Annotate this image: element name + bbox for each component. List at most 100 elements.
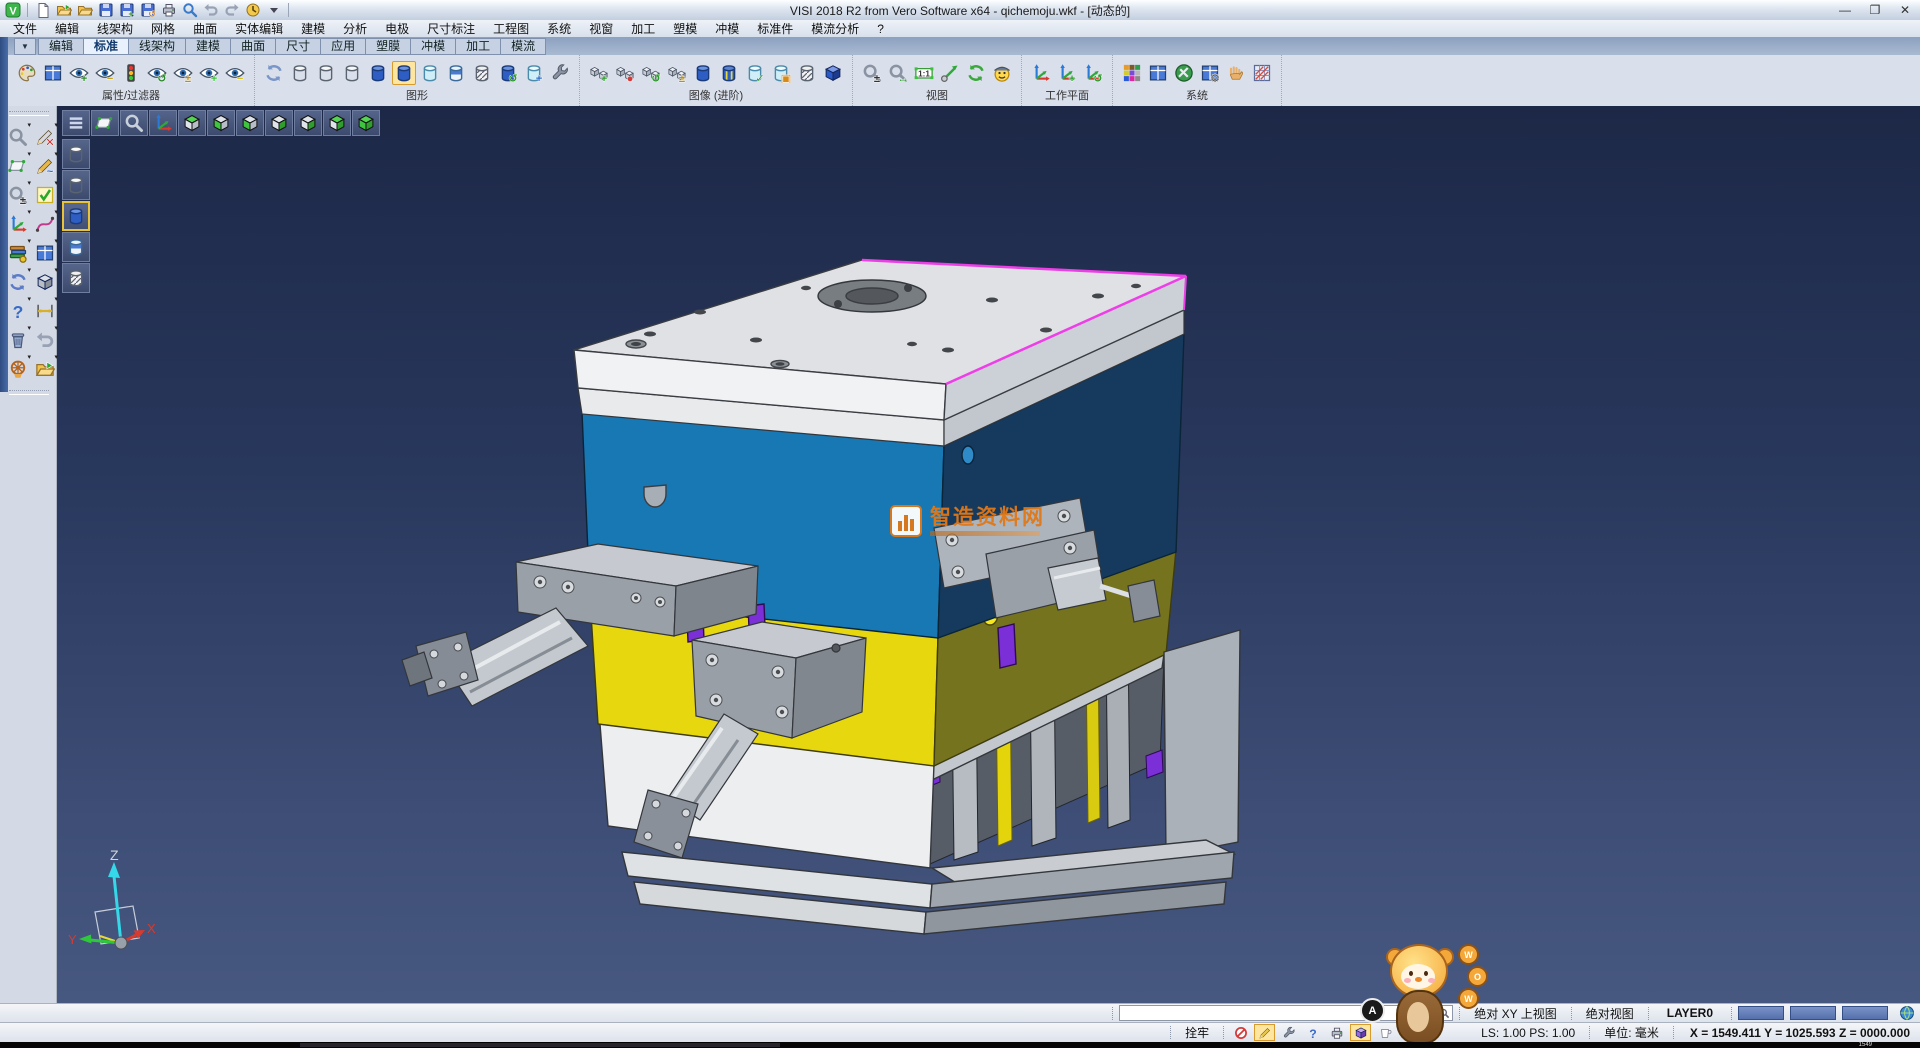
tab-标准[interactable]: 标准 — [83, 38, 129, 55]
workplane-rotate-icon[interactable]: ↺ — [1081, 61, 1105, 85]
open-file-icon[interactable] — [54, 1, 73, 19]
view-back-icon[interactable] — [294, 110, 322, 136]
mold-3d-model[interactable]: Z Y X — [57, 106, 1920, 1003]
show-plusminus-icon[interactable]: ± — [171, 61, 195, 85]
view-left-icon[interactable] — [236, 110, 264, 136]
dock-curve-icon[interactable] — [32, 211, 57, 237]
menu-item[interactable]: 曲面 — [184, 20, 226, 37]
build-tool-icon[interactable] — [1278, 1024, 1299, 1041]
context-help-icon[interactable]: ? — [1302, 1024, 1323, 1041]
workplane-main-icon[interactable] — [1029, 61, 1053, 85]
dock-measure-icon[interactable] — [32, 298, 57, 324]
cylinder-dashed-icon[interactable] — [340, 61, 364, 85]
tab-尺寸[interactable]: 尺寸 — [275, 38, 321, 55]
show-add-icon[interactable]: + — [67, 61, 91, 85]
menu-item[interactable]: 塑模 — [664, 20, 706, 37]
absolute-view-label[interactable]: 绝对视图 — [1578, 1005, 1642, 1022]
zoom-inout-icon[interactable]: ± — [860, 61, 884, 85]
show-all-icon[interactable]: + — [197, 61, 221, 85]
dock-navigate-icon[interactable] — [5, 356, 30, 382]
boxes-refresh-icon[interactable]: ↺ — [639, 61, 663, 85]
preview-icon[interactable] — [180, 1, 199, 19]
cylinder-note-icon[interactable]: ▣ — [769, 61, 793, 85]
save-icon[interactable] — [96, 1, 115, 19]
dock-sketch-icon[interactable]: ~ — [32, 153, 57, 179]
menu-item[interactable]: 实体编辑 — [226, 20, 292, 37]
vp-triad-icon[interactable] — [149, 110, 177, 136]
render-shaded-icon[interactable] — [62, 201, 90, 231]
view-front-icon[interactable] — [207, 110, 235, 136]
undo-icon[interactable] — [201, 1, 220, 19]
cylinder-hidden-icon[interactable] — [314, 61, 338, 85]
boxes-plusminus-icon[interactable]: ± — [665, 61, 689, 85]
cylinder-rendered-icon[interactable] — [392, 61, 416, 85]
attributes-paint-icon[interactable] — [15, 61, 39, 85]
tab-dropdown-icon[interactable]: ▼ — [14, 38, 36, 55]
cylinder-transparent-icon[interactable] — [418, 61, 442, 85]
view-iso-icon[interactable] — [323, 110, 351, 136]
view-shaded-icon[interactable] — [352, 110, 380, 136]
graphics-settings-icon[interactable] — [548, 61, 572, 85]
menu-item[interactable]: 网格 — [142, 20, 184, 37]
tab-模流[interactable]: 模流 — [500, 38, 546, 55]
menu-item[interactable]: ? — [868, 22, 893, 36]
restore-button[interactable]: ❐ — [1860, 0, 1890, 20]
cylinder-hatch2-icon[interactable] — [795, 61, 819, 85]
dock-handle[interactable] — [9, 111, 49, 116]
dock-erase-icon[interactable]: ✕ — [32, 124, 57, 150]
boxes-filter-icon[interactable]: ● — [613, 61, 637, 85]
lock-label[interactable]: 拴牢 — [1177, 1024, 1217, 1041]
show-refresh-icon[interactable]: ↺ — [145, 61, 169, 85]
dock-solid-icon[interactable] — [32, 269, 57, 295]
qat-more-icon[interactable] — [264, 1, 283, 19]
layer-indicator[interactable]: LAYER0 — [1655, 1006, 1725, 1020]
render-edges-icon[interactable] — [62, 232, 90, 262]
menu-item[interactable]: 分析 — [334, 20, 376, 37]
cylinder-section-icon[interactable] — [691, 61, 715, 85]
dock-zoom-pm-icon[interactable]: ± — [5, 182, 30, 208]
menu-item[interactable]: 文件 — [4, 20, 46, 37]
globe-icon[interactable] — [1899, 1005, 1915, 1021]
print-icon[interactable] — [159, 1, 178, 19]
tab-建模[interactable]: 建模 — [185, 38, 231, 55]
menu-item[interactable]: 视窗 — [580, 20, 622, 37]
view-orient-icon[interactable] — [938, 61, 962, 85]
tab-应用[interactable]: 应用 — [320, 38, 366, 55]
zoom-extents-icon[interactable]: ↔ — [886, 61, 910, 85]
dock-confirm-icon[interactable] — [32, 182, 57, 208]
menu-item[interactable]: 工程图 — [484, 20, 538, 37]
menu-item[interactable]: 加工 — [622, 20, 664, 37]
window-tools-icon[interactable]: ⚙ — [1198, 61, 1222, 85]
visi-logo-icon[interactable]: V — [3, 1, 22, 19]
new-file-icon[interactable] — [33, 1, 52, 19]
menu-item[interactable]: 建模 — [292, 20, 334, 37]
vp-menu-icon[interactable] — [62, 110, 90, 136]
view-refresh-icon[interactable] — [964, 61, 988, 85]
tab-编辑[interactable]: 编辑 — [38, 38, 84, 55]
menu-item[interactable]: 标准件 — [748, 20, 802, 37]
tab-曲面[interactable]: 曲面 — [230, 38, 276, 55]
cylinder-wireframe-icon[interactable] — [288, 61, 312, 85]
tab-塑膜[interactable]: 塑膜 — [365, 38, 411, 55]
tab-加工[interactable]: 加工 — [455, 38, 501, 55]
workplane-new-icon[interactable]: + — [1055, 61, 1079, 85]
cylinder-half-icon[interactable] — [444, 61, 468, 85]
vp-fit-icon[interactable] — [91, 110, 119, 136]
cube-shaded-icon[interactable] — [821, 61, 845, 85]
menu-item[interactable]: 线架构 — [88, 20, 142, 37]
tab-冲模[interactable]: 冲模 — [410, 38, 456, 55]
zoom-actual-icon[interactable]: 1:1 — [912, 61, 936, 85]
menu-item[interactable]: 电极 — [376, 20, 418, 37]
render-hidden-icon[interactable] — [62, 170, 90, 200]
dock-help-icon[interactable]: ? — [5, 298, 30, 324]
view-top-icon[interactable] — [178, 110, 206, 136]
view-eye-icon[interactable] — [990, 61, 1014, 85]
attributes-image-icon[interactable] — [41, 61, 65, 85]
snap-lock-icon[interactable] — [1230, 1024, 1251, 1041]
filter-traffic-icon[interactable] — [119, 61, 143, 85]
save-all-icon[interactable]: ↺ — [138, 1, 157, 19]
plot-icon[interactable] — [1326, 1024, 1347, 1041]
menu-item[interactable]: 系统 — [538, 20, 580, 37]
cylinder-shaded-icon[interactable] — [366, 61, 390, 85]
system-tools-icon[interactable] — [1172, 61, 1196, 85]
